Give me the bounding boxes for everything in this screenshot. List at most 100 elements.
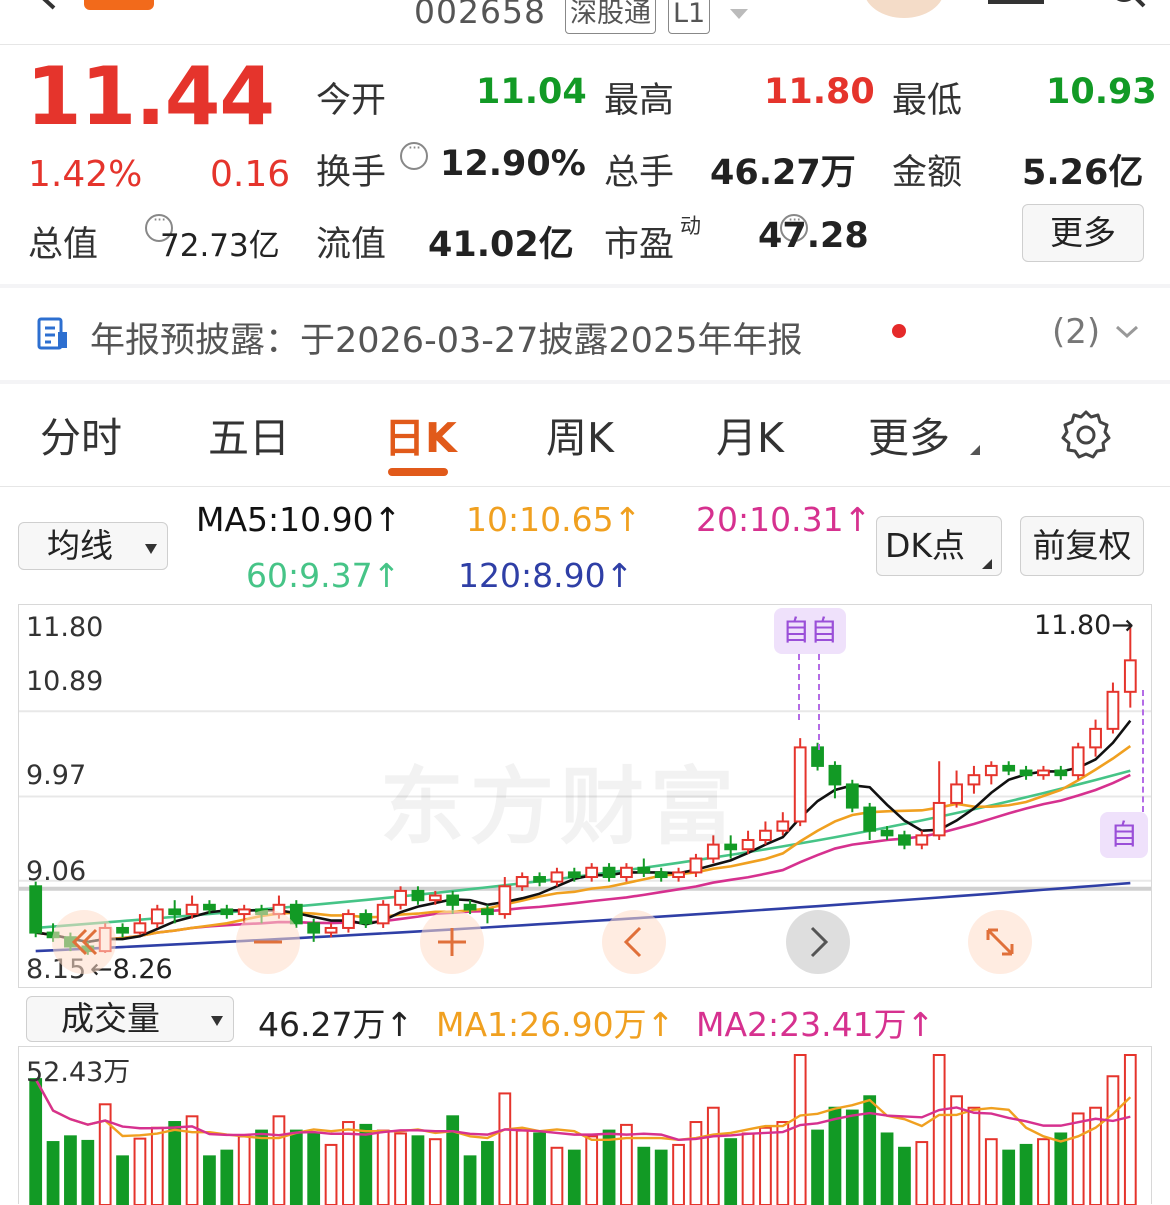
candle-body bbox=[1054, 769, 1068, 777]
candle-body bbox=[1089, 727, 1102, 749]
volume-bar bbox=[1054, 1132, 1068, 1205]
turnover-info-icon[interactable] bbox=[400, 138, 428, 170]
self-select-badge[interactable]: 自自 bbox=[774, 608, 846, 654]
volume-bar bbox=[932, 1054, 946, 1205]
scroll-left-fast-button[interactable] bbox=[52, 910, 116, 974]
open-label: 今开 bbox=[316, 81, 387, 121]
candle-body bbox=[845, 783, 859, 809]
volume-bar bbox=[984, 1138, 998, 1205]
candle-body bbox=[428, 894, 442, 902]
search-icon[interactable] bbox=[1110, 0, 1150, 10]
chevron-down-icon[interactable] bbox=[1114, 322, 1140, 342]
volume-chart[interactable] bbox=[18, 1046, 1152, 1205]
float-label: 流值 bbox=[316, 225, 387, 265]
volume-bar bbox=[1071, 1112, 1085, 1205]
candle-body bbox=[220, 908, 234, 916]
candle-body bbox=[828, 764, 842, 786]
tab-weekly-k[interactable]: 周K bbox=[546, 404, 614, 464]
dashed-line bbox=[818, 654, 820, 750]
change-amount: 0.16 bbox=[210, 154, 291, 195]
candle-body bbox=[759, 829, 772, 841]
volume-bar bbox=[550, 1146, 564, 1205]
volume-bar bbox=[654, 1149, 668, 1205]
fullscreen-button[interactable] bbox=[968, 910, 1032, 974]
candle-body bbox=[446, 894, 460, 906]
candle-body bbox=[602, 866, 616, 879]
volume-bar bbox=[133, 1137, 147, 1205]
volume-bar bbox=[533, 1132, 546, 1205]
tab-intraday[interactable]: 分时 bbox=[40, 404, 122, 464]
candle-body bbox=[411, 889, 425, 902]
more-quote-button[interactable]: 更多 bbox=[1022, 204, 1144, 262]
gear-icon[interactable] bbox=[1060, 408, 1112, 460]
sz-connect-badge: 深股通 bbox=[565, 0, 656, 34]
volume-bar bbox=[1002, 1149, 1016, 1205]
zoom-out-button[interactable] bbox=[236, 910, 300, 974]
dropdown-arrow-icon bbox=[210, 1012, 224, 1026]
float-value: 41.02亿 bbox=[428, 225, 574, 265]
candle-body bbox=[307, 922, 321, 934]
tag-badge bbox=[84, 0, 154, 10]
candle-body bbox=[168, 908, 182, 916]
volume-bar bbox=[602, 1129, 616, 1205]
volume-bar bbox=[116, 1155, 129, 1205]
candle-body bbox=[637, 866, 651, 874]
tab-daily-k[interactable]: 日K bbox=[384, 404, 457, 464]
volume-bar bbox=[498, 1092, 512, 1205]
volume-bar bbox=[776, 1121, 790, 1205]
tab-five-day[interactable]: 五日 bbox=[208, 404, 290, 464]
volume-bar bbox=[672, 1143, 685, 1205]
volume-selector[interactable]: 成交量 bbox=[26, 996, 234, 1042]
ma120-legend: 120:8.90↑ bbox=[458, 556, 634, 595]
volume-bar bbox=[741, 1132, 755, 1205]
notice-text[interactable]: 年报预披露：于2026-03-27披露2025年年报 bbox=[90, 312, 802, 363]
candle-body bbox=[550, 871, 564, 883]
corner-triangle-icon bbox=[968, 442, 982, 456]
dashed-line bbox=[1142, 690, 1144, 812]
volume-bar bbox=[255, 1129, 268, 1205]
volume-bar bbox=[481, 1141, 494, 1205]
candle-body bbox=[793, 746, 807, 823]
high-label: 最高 bbox=[604, 81, 675, 121]
open-value: 11.04 bbox=[476, 72, 587, 112]
ma10-legend: 10:10.65↑ bbox=[466, 500, 642, 539]
avatar[interactable] bbox=[864, 0, 944, 18]
volume-bar bbox=[1106, 1075, 1120, 1205]
candle-body bbox=[185, 903, 199, 916]
adjust-price-button[interactable]: 前复权 bbox=[1020, 516, 1144, 576]
volume-ma2-legend: MA2:23.41万↑ bbox=[696, 1005, 935, 1044]
volume-ma2-line bbox=[34, 1078, 1131, 1141]
volume-bar bbox=[811, 1129, 824, 1205]
candle-body bbox=[950, 783, 963, 804]
volume-bar bbox=[220, 1149, 234, 1205]
volume-bar bbox=[880, 1132, 894, 1205]
volume-bar bbox=[307, 1132, 321, 1205]
window-icon[interactable] bbox=[988, 0, 1044, 4]
chevron-down-icon[interactable] bbox=[728, 6, 750, 20]
mktcap-label: 总值 bbox=[28, 225, 99, 265]
volume-ma1-legend: MA1:26.90万↑ bbox=[436, 1005, 675, 1044]
volume-bar bbox=[428, 1138, 442, 1205]
candle-body bbox=[29, 885, 43, 934]
self-select-badge-2[interactable]: 自 bbox=[1100, 812, 1148, 858]
tab-more[interactable]: 更多 bbox=[868, 404, 950, 464]
zoom-in-button[interactable] bbox=[420, 910, 484, 974]
candle-body bbox=[324, 926, 338, 934]
candle-body bbox=[498, 885, 512, 916]
volume-bar bbox=[1037, 1138, 1050, 1205]
back-icon[interactable] bbox=[32, 0, 62, 12]
watermark: 东方财富 bbox=[380, 758, 741, 856]
y-label-4: 9.06 bbox=[26, 856, 87, 887]
volume-bar bbox=[515, 1129, 529, 1205]
volume-bar bbox=[185, 1115, 199, 1205]
notice-count[interactable]: (2) bbox=[1052, 312, 1100, 352]
low-value: 10.93 bbox=[1046, 72, 1157, 112]
candle-body bbox=[1019, 769, 1033, 777]
candle-body bbox=[984, 764, 998, 777]
volume-bar bbox=[689, 1121, 703, 1205]
tab-monthly-k[interactable]: 月K bbox=[716, 404, 784, 464]
self-select-badge-2-text: 自 bbox=[1109, 818, 1138, 851]
scroll-left-button[interactable] bbox=[602, 910, 666, 974]
scroll-right-button[interactable] bbox=[786, 910, 850, 974]
vol-svg bbox=[29, 1054, 1137, 1205]
